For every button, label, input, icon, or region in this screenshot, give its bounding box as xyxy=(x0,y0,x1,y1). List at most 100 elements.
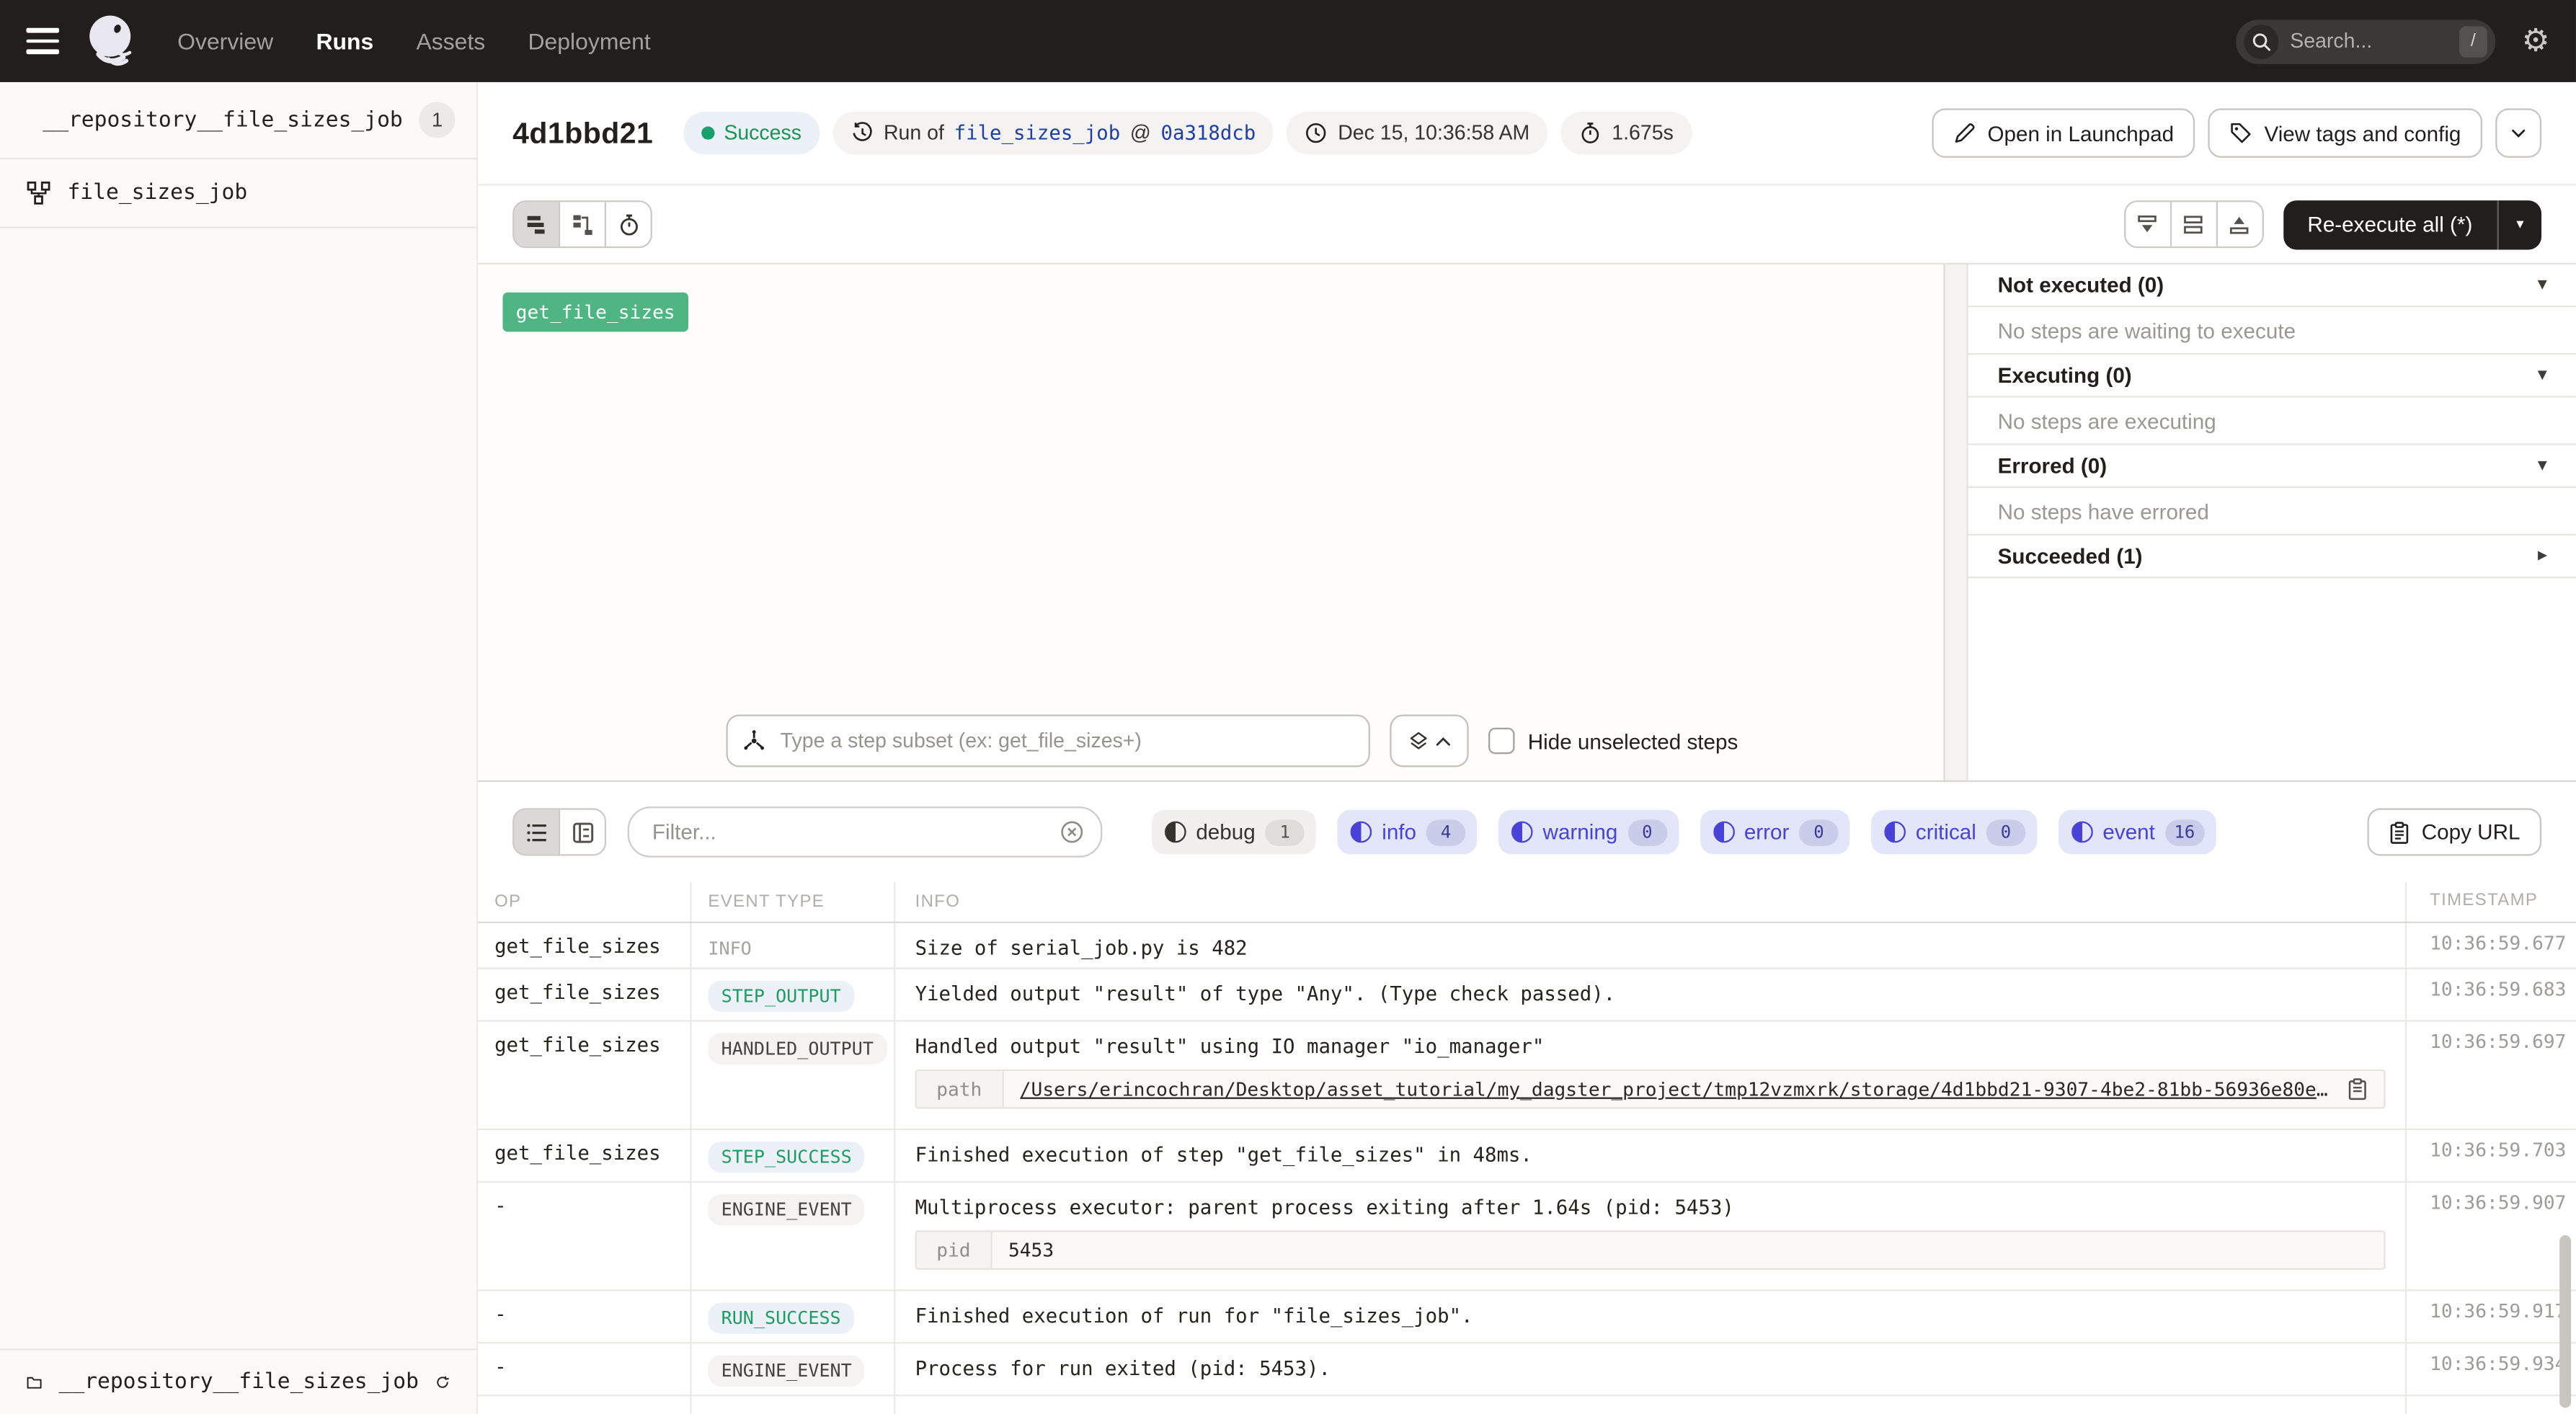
chevron-down-icon: ▾ xyxy=(2538,276,2546,294)
collapse-all-button[interactable] xyxy=(2125,202,2171,246)
metadata-value: 5453 xyxy=(1008,1239,1054,1262)
level-toggle-debug[interactable]: debug 1 xyxy=(1152,810,1316,855)
op-graph-pane[interactable]: get_file_sizes xyxy=(478,264,1945,781)
nav-item-deployment[interactable]: Deployment xyxy=(528,28,651,54)
event-type-label: INFO xyxy=(708,935,751,959)
global-search[interactable]: Search... / xyxy=(2236,19,2495,63)
log-row[interactable]: get_file_sizes STEP_SUCCESS Finished exe… xyxy=(478,1130,2576,1183)
level-toggle-warning[interactable]: warning 0 xyxy=(1498,810,1679,855)
copy-url-button[interactable]: Copy URL xyxy=(2368,808,2542,855)
run-datetime-tag: Dec 15, 10:36:58 AM xyxy=(1287,112,1548,154)
event-type-badge: ENGINE_EVENT xyxy=(708,1355,865,1386)
rows-icon xyxy=(2182,213,2205,236)
gantt-view-mode-group xyxy=(512,200,652,248)
sidebar-footer-repository[interactable]: __repository__file_sizes_job xyxy=(0,1348,476,1414)
section-not-executed[interactable]: Not executed (0) ▾ xyxy=(1968,264,2576,307)
reexecute-all-button[interactable]: Re-execute all (*) xyxy=(2283,212,2497,236)
expand-all-button[interactable] xyxy=(2217,202,2262,246)
log-filter-input[interactable] xyxy=(649,818,1060,846)
log-info: Finished execution of run for "file_size… xyxy=(915,1299,2386,1328)
log-row[interactable]: get_file_sizes HANDLED_OUTPUT Handled ou… xyxy=(478,1022,2576,1130)
level-toggle-event[interactable]: event 16 xyxy=(2058,810,2216,855)
section-errored[interactable]: Errored (0) ▾ xyxy=(1968,445,2576,488)
gantt-waterfall-view-button[interactable] xyxy=(560,202,606,246)
log-view-mode-group xyxy=(512,808,606,855)
reexecute-options-caret[interactable]: ▾ xyxy=(2497,200,2542,249)
col-header-event-type: EVENT TYPE xyxy=(692,882,896,922)
run-id: 4d1bbd21 xyxy=(512,116,653,151)
level-count-badge: 0 xyxy=(1799,819,1839,845)
collapse-down-icon xyxy=(2136,213,2159,236)
level-count-badge: 0 xyxy=(1986,819,2026,845)
rows-view-button[interactable] xyxy=(2171,202,2217,246)
log-list-view-button[interactable] xyxy=(514,810,560,855)
log-filter-input-wrap xyxy=(628,806,1103,858)
nav-item-assets[interactable]: Assets xyxy=(416,28,485,54)
log-row[interactable]: - ENGINE_EVENT Multiprocess executor: pa… xyxy=(478,1183,2576,1291)
step-subset-input-wrap xyxy=(726,714,1369,767)
nav-item-overview[interactable]: Overview xyxy=(177,28,273,54)
step-subset-input[interactable] xyxy=(777,728,1354,754)
log-op: get_file_sizes xyxy=(478,923,691,968)
gantt-waterfall-icon xyxy=(571,213,594,236)
sidebar-item-job[interactable]: file_sizes_job xyxy=(0,159,476,228)
level-toggle-error[interactable]: error 0 xyxy=(1700,810,1849,855)
level-count-badge: 16 xyxy=(2165,819,2205,845)
section-succeeded[interactable]: Succeeded (1) ▸ xyxy=(1968,535,2576,578)
event-type-badge: STEP_SUCCESS xyxy=(708,1142,865,1173)
clear-filter-icon[interactable] xyxy=(1060,819,1084,844)
log-row[interactable]: - ENGINE_EVENT Process for run exited (p… xyxy=(478,1343,2576,1396)
vertical-scrollbar[interactable] xyxy=(2559,1235,2571,1408)
log-row[interactable]: get_file_sizes INFO Size of serial_job.p… xyxy=(478,923,2576,969)
stopwatch-icon xyxy=(617,213,640,236)
folder-icon xyxy=(26,1370,42,1395)
refresh-icon[interactable] xyxy=(435,1371,450,1394)
level-toggle-info[interactable]: info 4 xyxy=(1338,810,1478,855)
nav-item-runs[interactable]: Runs xyxy=(316,28,373,54)
output-path-link[interactable]: /Users/erincochran/Desktop/asset_tutoria… xyxy=(1020,1077,2333,1100)
clipboard-icon xyxy=(2389,821,2410,844)
chevron-up-icon xyxy=(1436,735,1451,747)
sidebar-item-label: file_sizes_job xyxy=(67,181,247,205)
log-row[interactable]: - RUN_SUCCESS Finished execution of run … xyxy=(478,1291,2576,1344)
level-count-badge: 1 xyxy=(1265,819,1305,845)
chevron-down-icon xyxy=(2508,123,2528,143)
op-node-get-file-sizes[interactable]: get_file_sizes xyxy=(502,293,688,332)
log-toolbar: debug 1 info 4 warning 0 xyxy=(478,782,2576,882)
log-info: Size of serial_job.py is 482 xyxy=(915,931,2386,959)
dagster-logo-icon[interactable] xyxy=(82,12,141,71)
sidebar-item-repository[interactable]: __repository__file_sizes_job 1 xyxy=(0,82,476,159)
copy-icon[interactable] xyxy=(2348,1077,2367,1100)
gear-icon[interactable]: ⚙ xyxy=(2522,25,2550,56)
log-info: Handled output "result" using IO manager… xyxy=(915,1030,2386,1058)
gantt-flat-view-button[interactable] xyxy=(514,202,560,246)
run-header: 4d1bbd21 Success Run of file_sizes_job @… xyxy=(478,82,2576,186)
run-actions-chevron-button[interactable] xyxy=(2495,108,2541,157)
log-timestamp: 10:36:59.677 xyxy=(2407,923,2576,968)
open-in-launchpad-button[interactable]: Open in Launchpad xyxy=(1932,108,2195,157)
search-icon xyxy=(2244,24,2278,58)
job-link[interactable]: file_sizes_job xyxy=(954,122,1121,145)
view-tags-config-button[interactable]: View tags and config xyxy=(2208,108,2482,157)
log-timestamp: 10:36:59.683 xyxy=(2407,969,2576,1021)
log-row[interactable]: get_file_sizes STEP_OUTPUT Yielded outpu… xyxy=(478,969,2576,1022)
commit-link[interactable]: 0a318dcb xyxy=(1161,122,1256,145)
level-toggle-critical[interactable]: critical 0 xyxy=(1871,810,2037,855)
col-header-op: OP xyxy=(478,882,691,922)
graph-query-options-button[interactable] xyxy=(1390,714,1468,767)
gantt-timing-view-button[interactable] xyxy=(606,202,651,246)
chevron-down-icon: ▾ xyxy=(2538,366,2546,384)
sidebar-footer-label: __repository__file_sizes_job xyxy=(58,1370,419,1395)
metadata-table: pid 5453 xyxy=(915,1230,2386,1270)
hide-unselected-label: Hide unselected steps xyxy=(1528,729,1738,753)
primary-nav: Overview Runs Assets Deployment xyxy=(177,28,651,54)
metadata-key: path xyxy=(917,1071,1003,1107)
col-header-info: INFO xyxy=(895,882,2407,922)
log-structured-view-button[interactable] xyxy=(560,810,605,855)
tag-icon xyxy=(2230,122,2253,145)
section-executing[interactable]: Executing (0) ▾ xyxy=(1968,355,2576,397)
hide-unselected-checkbox[interactable] xyxy=(1488,728,1514,754)
layers-icon xyxy=(1408,730,1429,752)
hamburger-menu-icon[interactable] xyxy=(26,28,59,53)
log-info: Multiprocess executor: parent process ex… xyxy=(915,1191,2386,1219)
